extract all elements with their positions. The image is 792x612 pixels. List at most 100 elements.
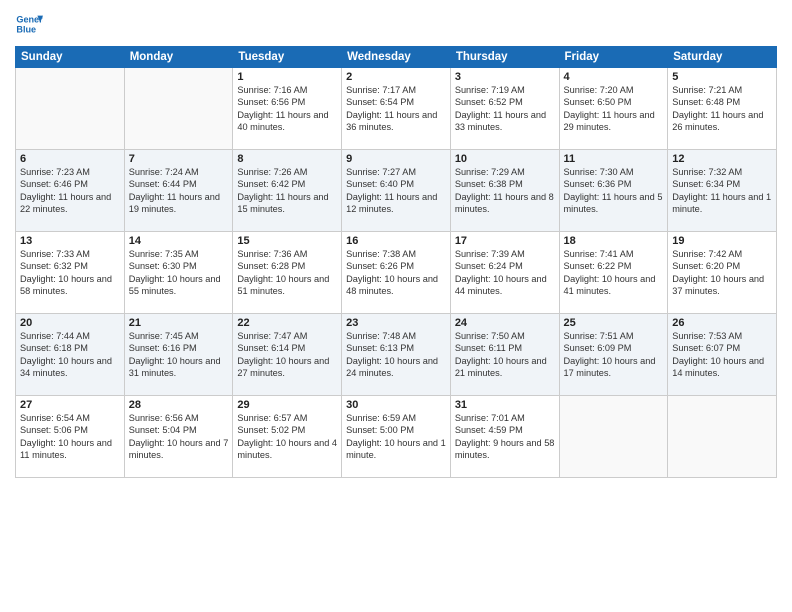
calendar-cell: 4Sunrise: 7:20 AM Sunset: 6:50 PM Daylig… — [559, 68, 668, 150]
day-info: Sunrise: 7:50 AM Sunset: 6:11 PM Dayligh… — [455, 330, 555, 380]
calendar-cell — [668, 396, 777, 478]
day-number: 15 — [237, 235, 337, 247]
day-number: 17 — [455, 235, 555, 247]
day-number: 27 — [20, 399, 120, 411]
day-info: Sunrise: 7:33 AM Sunset: 6:32 PM Dayligh… — [20, 248, 120, 298]
day-info: Sunrise: 7:32 AM Sunset: 6:34 PM Dayligh… — [672, 166, 772, 216]
calendar-cell: 17Sunrise: 7:39 AM Sunset: 6:24 PM Dayli… — [450, 232, 559, 314]
day-number: 28 — [129, 399, 229, 411]
day-number: 3 — [455, 71, 555, 83]
day-info: Sunrise: 7:19 AM Sunset: 6:52 PM Dayligh… — [455, 84, 555, 134]
weekday-header-row: SundayMondayTuesdayWednesdayThursdayFrid… — [16, 47, 777, 68]
week-row-5: 27Sunrise: 6:54 AM Sunset: 5:06 PM Dayli… — [16, 396, 777, 478]
day-info: Sunrise: 7:53 AM Sunset: 6:07 PM Dayligh… — [672, 330, 772, 380]
logo-icon: General Blue — [15, 10, 43, 38]
calendar-cell: 29Sunrise: 6:57 AM Sunset: 5:02 PM Dayli… — [233, 396, 342, 478]
calendar-cell: 7Sunrise: 7:24 AM Sunset: 6:44 PM Daylig… — [124, 150, 233, 232]
calendar-cell: 24Sunrise: 7:50 AM Sunset: 6:11 PM Dayli… — [450, 314, 559, 396]
day-info: Sunrise: 7:26 AM Sunset: 6:42 PM Dayligh… — [237, 166, 337, 216]
svg-text:Blue: Blue — [16, 24, 36, 34]
day-info: Sunrise: 7:16 AM Sunset: 6:56 PM Dayligh… — [237, 84, 337, 134]
calendar-cell: 19Sunrise: 7:42 AM Sunset: 6:20 PM Dayli… — [668, 232, 777, 314]
day-info: Sunrise: 7:01 AM Sunset: 4:59 PM Dayligh… — [455, 412, 555, 462]
day-info: Sunrise: 6:57 AM Sunset: 5:02 PM Dayligh… — [237, 412, 337, 462]
calendar-cell: 14Sunrise: 7:35 AM Sunset: 6:30 PM Dayli… — [124, 232, 233, 314]
day-number: 19 — [672, 235, 772, 247]
day-info: Sunrise: 7:44 AM Sunset: 6:18 PM Dayligh… — [20, 330, 120, 380]
day-info: Sunrise: 7:20 AM Sunset: 6:50 PM Dayligh… — [564, 84, 664, 134]
weekday-tuesday: Tuesday — [233, 47, 342, 68]
calendar-cell: 2Sunrise: 7:17 AM Sunset: 6:54 PM Daylig… — [342, 68, 451, 150]
calendar-cell: 30Sunrise: 6:59 AM Sunset: 5:00 PM Dayli… — [342, 396, 451, 478]
day-number: 26 — [672, 317, 772, 329]
calendar-cell: 1Sunrise: 7:16 AM Sunset: 6:56 PM Daylig… — [233, 68, 342, 150]
day-number: 22 — [237, 317, 337, 329]
calendar-cell: 11Sunrise: 7:30 AM Sunset: 6:36 PM Dayli… — [559, 150, 668, 232]
calendar-cell: 22Sunrise: 7:47 AM Sunset: 6:14 PM Dayli… — [233, 314, 342, 396]
day-info: Sunrise: 7:41 AM Sunset: 6:22 PM Dayligh… — [564, 248, 664, 298]
day-number: 8 — [237, 153, 337, 165]
weekday-monday: Monday — [124, 47, 233, 68]
day-info: Sunrise: 7:27 AM Sunset: 6:40 PM Dayligh… — [346, 166, 446, 216]
day-info: Sunrise: 7:45 AM Sunset: 6:16 PM Dayligh… — [129, 330, 229, 380]
calendar-cell — [16, 68, 125, 150]
day-info: Sunrise: 6:59 AM Sunset: 5:00 PM Dayligh… — [346, 412, 446, 462]
day-info: Sunrise: 7:42 AM Sunset: 6:20 PM Dayligh… — [672, 248, 772, 298]
week-row-1: 1Sunrise: 7:16 AM Sunset: 6:56 PM Daylig… — [16, 68, 777, 150]
calendar-cell: 13Sunrise: 7:33 AM Sunset: 6:32 PM Dayli… — [16, 232, 125, 314]
day-info: Sunrise: 7:17 AM Sunset: 6:54 PM Dayligh… — [346, 84, 446, 134]
calendar-cell: 25Sunrise: 7:51 AM Sunset: 6:09 PM Dayli… — [559, 314, 668, 396]
day-number: 1 — [237, 71, 337, 83]
calendar-cell: 8Sunrise: 7:26 AM Sunset: 6:42 PM Daylig… — [233, 150, 342, 232]
day-number: 12 — [672, 153, 772, 165]
day-info: Sunrise: 6:54 AM Sunset: 5:06 PM Dayligh… — [20, 412, 120, 462]
calendar-cell — [124, 68, 233, 150]
day-number: 11 — [564, 153, 664, 165]
day-number: 29 — [237, 399, 337, 411]
calendar-cell: 5Sunrise: 7:21 AM Sunset: 6:48 PM Daylig… — [668, 68, 777, 150]
day-number: 6 — [20, 153, 120, 165]
weekday-thursday: Thursday — [450, 47, 559, 68]
day-number: 24 — [455, 317, 555, 329]
day-number: 2 — [346, 71, 446, 83]
weekday-friday: Friday — [559, 47, 668, 68]
day-number: 7 — [129, 153, 229, 165]
day-info: Sunrise: 7:30 AM Sunset: 6:36 PM Dayligh… — [564, 166, 664, 216]
day-number: 5 — [672, 71, 772, 83]
calendar-cell: 3Sunrise: 7:19 AM Sunset: 6:52 PM Daylig… — [450, 68, 559, 150]
calendar-cell — [559, 396, 668, 478]
day-info: Sunrise: 7:39 AM Sunset: 6:24 PM Dayligh… — [455, 248, 555, 298]
day-number: 4 — [564, 71, 664, 83]
day-number: 21 — [129, 317, 229, 329]
day-info: Sunrise: 7:29 AM Sunset: 6:38 PM Dayligh… — [455, 166, 555, 216]
day-info: Sunrise: 7:51 AM Sunset: 6:09 PM Dayligh… — [564, 330, 664, 380]
day-number: 31 — [455, 399, 555, 411]
day-number: 14 — [129, 235, 229, 247]
weekday-wednesday: Wednesday — [342, 47, 451, 68]
calendar-cell: 18Sunrise: 7:41 AM Sunset: 6:22 PM Dayli… — [559, 232, 668, 314]
week-row-4: 20Sunrise: 7:44 AM Sunset: 6:18 PM Dayli… — [16, 314, 777, 396]
week-row-2: 6Sunrise: 7:23 AM Sunset: 6:46 PM Daylig… — [16, 150, 777, 232]
calendar-cell: 21Sunrise: 7:45 AM Sunset: 6:16 PM Dayli… — [124, 314, 233, 396]
calendar-cell: 28Sunrise: 6:56 AM Sunset: 5:04 PM Dayli… — [124, 396, 233, 478]
calendar-body: 1Sunrise: 7:16 AM Sunset: 6:56 PM Daylig… — [16, 68, 777, 478]
week-row-3: 13Sunrise: 7:33 AM Sunset: 6:32 PM Dayli… — [16, 232, 777, 314]
calendar-cell: 27Sunrise: 6:54 AM Sunset: 5:06 PM Dayli… — [16, 396, 125, 478]
day-number: 18 — [564, 235, 664, 247]
calendar-cell: 16Sunrise: 7:38 AM Sunset: 6:26 PM Dayli… — [342, 232, 451, 314]
day-number: 16 — [346, 235, 446, 247]
day-info: Sunrise: 7:24 AM Sunset: 6:44 PM Dayligh… — [129, 166, 229, 216]
day-info: Sunrise: 6:56 AM Sunset: 5:04 PM Dayligh… — [129, 412, 229, 462]
day-number: 9 — [346, 153, 446, 165]
day-info: Sunrise: 7:23 AM Sunset: 6:46 PM Dayligh… — [20, 166, 120, 216]
day-number: 13 — [20, 235, 120, 247]
weekday-saturday: Saturday — [668, 47, 777, 68]
day-info: Sunrise: 7:38 AM Sunset: 6:26 PM Dayligh… — [346, 248, 446, 298]
calendar-cell: 12Sunrise: 7:32 AM Sunset: 6:34 PM Dayli… — [668, 150, 777, 232]
calendar-cell: 26Sunrise: 7:53 AM Sunset: 6:07 PM Dayli… — [668, 314, 777, 396]
day-number: 30 — [346, 399, 446, 411]
calendar-cell: 6Sunrise: 7:23 AM Sunset: 6:46 PM Daylig… — [16, 150, 125, 232]
day-info: Sunrise: 7:47 AM Sunset: 6:14 PM Dayligh… — [237, 330, 337, 380]
day-number: 20 — [20, 317, 120, 329]
calendar-cell: 31Sunrise: 7:01 AM Sunset: 4:59 PM Dayli… — [450, 396, 559, 478]
